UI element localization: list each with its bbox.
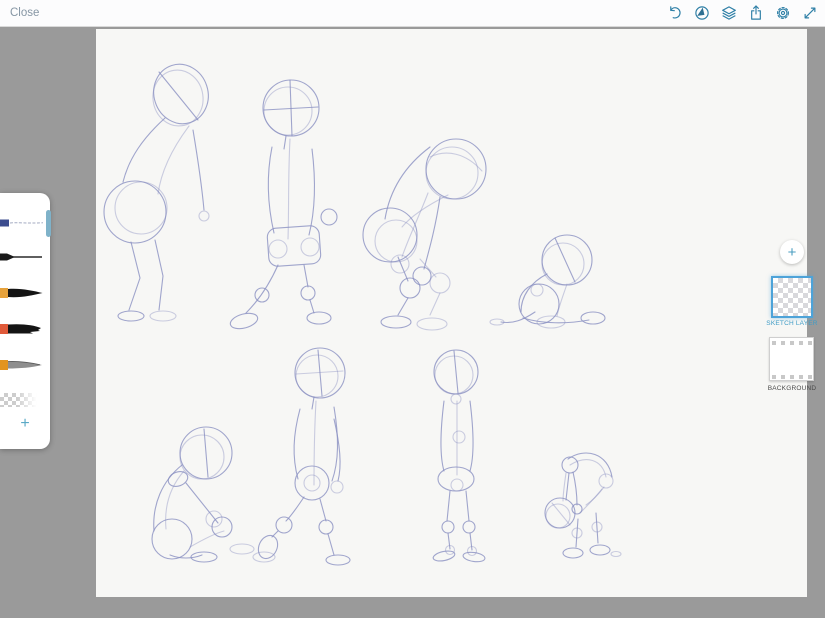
sketch-artwork <box>96 29 807 597</box>
selected-brush-indicator <box>46 210 51 237</box>
add-brush-button[interactable]: + <box>0 415 50 433</box>
gesture-figure-striding <box>253 348 350 565</box>
add-layer-button[interactable]: + <box>780 240 804 264</box>
toolbar-icon-group <box>666 4 825 22</box>
gesture-figure-walking-back <box>229 80 337 331</box>
share-icon[interactable] <box>747 4 765 22</box>
pencil-ferrule <box>0 220 9 227</box>
gesture-figure-crouching <box>490 235 605 328</box>
gesture-figure-standing <box>432 350 485 563</box>
layers-icon[interactable] <box>720 4 738 22</box>
brush-shading-pencil[interactable] <box>0 357 44 373</box>
brush-panel: + <box>0 193 50 449</box>
gesture-figure-hands-on-knees <box>363 139 486 330</box>
brush-graphite-pencil[interactable] <box>0 215 44 231</box>
brush-ink-pen[interactable] <box>0 249 44 265</box>
sketch-layer-label: SKETCH LAYER <box>762 320 822 327</box>
shape-tool-icon[interactable] <box>693 4 711 22</box>
undo-icon[interactable] <box>666 4 684 22</box>
brush-chisel-marker[interactable] <box>0 321 44 337</box>
gesture-figure-bending-forward <box>104 57 216 321</box>
background-layer-thumbnail[interactable] <box>769 337 814 381</box>
top-toolbar: Close <box>0 0 825 27</box>
brush-marker[interactable] <box>0 285 44 301</box>
gesture-figure-toe-touch <box>545 453 621 558</box>
brush-eraser[interactable] <box>0 393 38 407</box>
drawing-canvas[interactable] <box>96 29 807 597</box>
background-layer-label: BACKGROUND <box>762 385 822 392</box>
gesture-figure-squatting <box>152 427 254 562</box>
fullscreen-icon[interactable] <box>801 4 819 22</box>
sketch-layer-thumbnail[interactable] <box>771 276 813 318</box>
close-button[interactable]: Close <box>10 7 39 19</box>
settings-icon[interactable] <box>774 4 792 22</box>
